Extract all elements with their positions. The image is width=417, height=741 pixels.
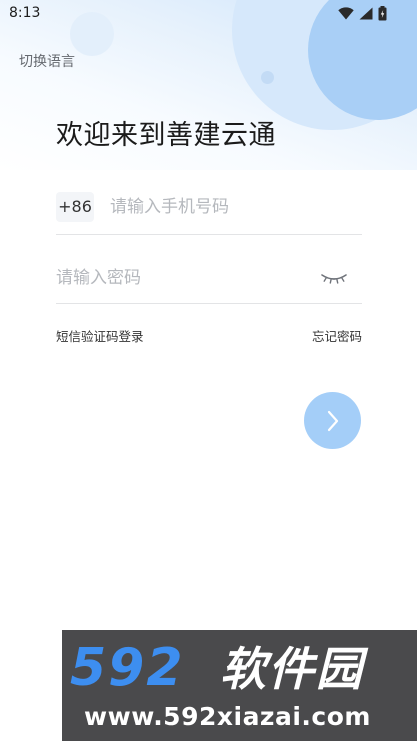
password-field-row: [56, 260, 362, 304]
watermark-logo-text: 软件园: [220, 642, 364, 696]
signal-icon: [359, 7, 373, 20]
status-icons: [338, 6, 387, 21]
watermark-url: www.592xiazai.com: [84, 702, 371, 731]
next-button[interactable]: [304, 392, 361, 449]
wifi-icon: [338, 7, 354, 20]
password-input[interactable]: [56, 263, 306, 293]
country-code-selector[interactable]: +86: [56, 192, 94, 222]
status-time: 8:13: [9, 5, 41, 21]
forgot-password-link[interactable]: 忘记密码: [312, 326, 362, 345]
chevron-right-icon: [327, 410, 338, 431]
watermark-logo-number: 592: [70, 638, 185, 698]
status-bar: 8:13: [0, 0, 417, 28]
phone-input[interactable]: [110, 192, 350, 222]
welcome-title: 欢迎来到善建云通: [56, 120, 276, 151]
switch-language-link[interactable]: 切换语言: [19, 51, 75, 71]
decorative-bubble-dot: [261, 71, 274, 84]
battery-icon: [378, 6, 387, 21]
login-screen: 8:13 切换语言 欢迎来到善建云通 +86 请输入手机号码 短信验证码登录 忘…: [0, 0, 417, 741]
watermark-banner: 592 软件园 www.592xiazai.com: [62, 630, 417, 741]
sms-login-link[interactable]: 短信验证码登录: [56, 326, 144, 345]
phone-field-row: +86: [56, 190, 362, 235]
eye-closed-icon[interactable]: [320, 270, 348, 286]
